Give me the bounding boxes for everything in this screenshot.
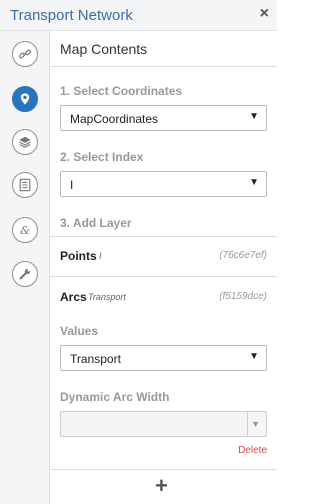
divider <box>50 66 277 67</box>
layer-subtitle: Transport <box>88 292 126 302</box>
chevron-down-icon: ▼ <box>251 419 260 429</box>
divider <box>50 236 277 237</box>
values-select-value: Transport <box>70 352 121 366</box>
sidebar: & <box>0 31 50 504</box>
chevron-down-icon: ▼ <box>249 351 259 362</box>
list-icon[interactable] <box>12 172 38 198</box>
chevron-down-icon: ▼ <box>249 177 259 188</box>
select-index-label: 2. Select Index <box>60 150 144 164</box>
values-select[interactable]: Transport ▼ <box>60 345 267 371</box>
chevron-down-icon: ▼ <box>249 111 259 122</box>
select-coordinates-label: 1. Select Coordinates <box>60 84 183 98</box>
delete-layer-link[interactable]: Delete <box>238 445 267 456</box>
map-contents-panel: Map Contents 1. Select Coordinates MapCo… <box>50 31 277 504</box>
close-icon[interactable]: × <box>260 5 269 23</box>
svg-text:&: & <box>20 223 30 237</box>
wrench-icon[interactable] <box>12 261 38 287</box>
map-marker-icon[interactable] <box>12 86 38 112</box>
panel-header: Transport Network × <box>0 0 277 31</box>
add-layer-button[interactable]: + <box>155 473 168 499</box>
panel-header-title: Transport Network <box>10 7 133 24</box>
layers-icon[interactable] <box>12 129 38 155</box>
dynamic-arc-width-select[interactable]: ▼ <box>60 411 267 437</box>
layer-name: Arcs <box>60 290 87 304</box>
add-layer-label: 3. Add Layer <box>60 216 132 230</box>
panel-title: Map Contents <box>60 41 148 57</box>
link-icon[interactable] <box>12 41 38 67</box>
layer-name: Points <box>60 249 97 263</box>
layer-subtitle: I <box>99 251 102 261</box>
layer-id: (f5159dce) <box>219 291 267 302</box>
layer-row-points[interactable]: Points I (76c6e7ef) <box>60 249 267 265</box>
coordinates-select-value: MapCoordinates <box>70 112 159 126</box>
layer-id: (76c6e7ef) <box>219 250 267 261</box>
divider <box>50 276 277 277</box>
values-label: Values <box>60 324 99 338</box>
ampersand-icon[interactable]: & <box>12 217 38 243</box>
dynamic-arc-width-label: Dynamic Arc Width <box>60 390 170 404</box>
coordinates-select[interactable]: MapCoordinates ▼ <box>60 105 267 131</box>
index-select[interactable]: I ▼ <box>60 171 267 197</box>
divider <box>50 469 277 470</box>
index-select-value: I <box>70 178 74 192</box>
layer-row-arcs[interactable]: Arcs Transport (f5159dce) <box>60 290 267 306</box>
